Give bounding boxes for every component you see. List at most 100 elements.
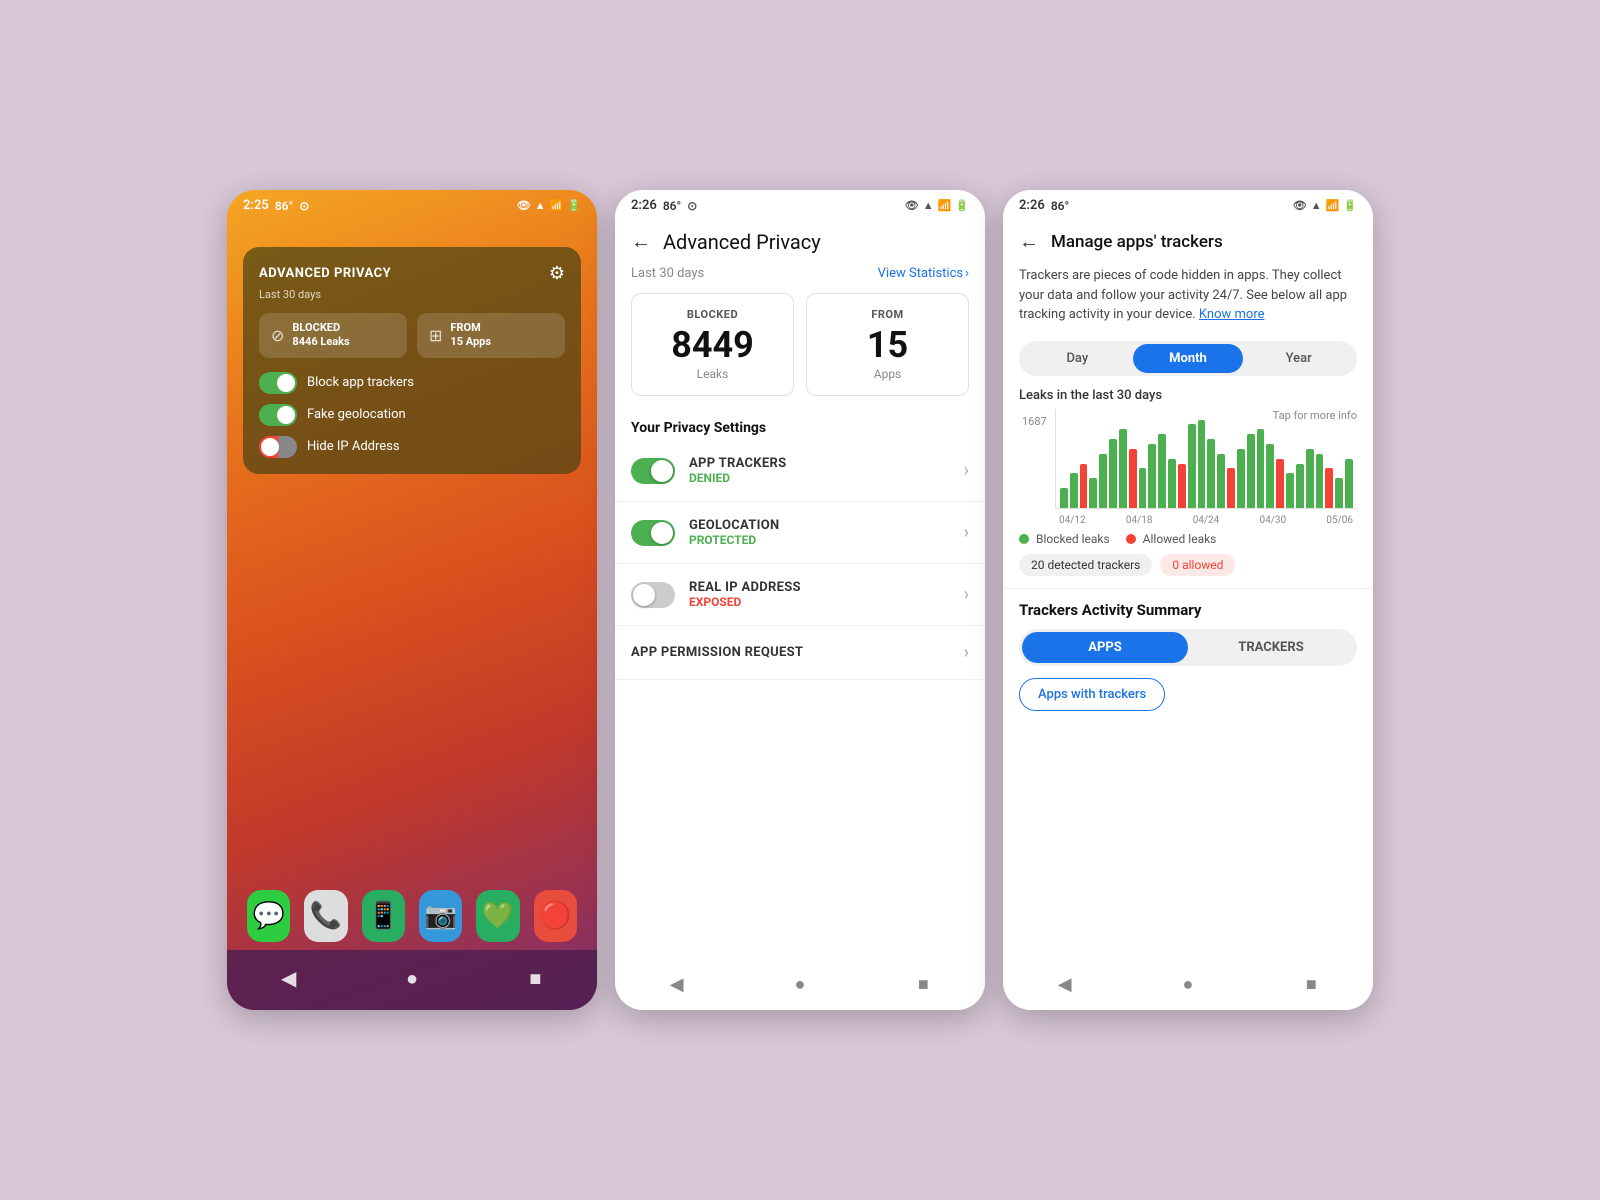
location-icon-2: ⊙ [687, 199, 697, 213]
view-stats-button[interactable]: View Statistics › [878, 266, 969, 281]
ip-address-toggle[interactable] [631, 582, 675, 608]
tab-year[interactable]: Year [1243, 344, 1354, 373]
ip-address-name: REAL IP ADDRESS [689, 580, 964, 595]
chart-period-label: Leaks in the last 30 days [1019, 388, 1357, 403]
chart-bar-1[interactable] [1070, 473, 1078, 507]
block-trackers-toggle[interactable] [259, 372, 297, 394]
know-more-link[interactable]: Know more [1199, 307, 1265, 322]
widget-header: ADVANCED PRIVACY ⚙ [259, 263, 565, 284]
status-bar-3: 2:26 86° 👁 ▲ 📶 🔋 [1003, 190, 1373, 217]
ip-address-content: REAL IP ADDRESS EXPOSED [689, 580, 964, 609]
home-button-2[interactable]: ● [782, 966, 818, 1002]
home-button-1[interactable]: ● [392, 958, 432, 998]
chart-bar-4[interactable] [1099, 454, 1107, 508]
gear-icon[interactable]: ⚙ [549, 263, 565, 284]
period-label-2: Last 30 days [631, 266, 704, 281]
back-button-1[interactable]: ◀ [269, 958, 309, 998]
toggle1-label: Block app trackers [307, 375, 414, 390]
recents-button-2[interactable]: ■ [905, 966, 941, 1002]
chart-bar-5[interactable] [1109, 439, 1117, 507]
app-trackers-chevron[interactable]: › [964, 460, 969, 481]
legend-blocked-dot [1019, 534, 1029, 544]
chart-bar-24[interactable] [1296, 464, 1304, 508]
back-button-3[interactable]: ◀ [1047, 966, 1083, 1002]
geolocation-row[interactable]: GEOLOCATION PROTECTED › [615, 502, 985, 564]
chart-bar-21[interactable] [1266, 444, 1274, 508]
back-arrow-3[interactable]: ← [1019, 229, 1039, 254]
chart-bar-28[interactable] [1335, 478, 1343, 507]
chart-bar-16[interactable] [1217, 454, 1225, 508]
chart-bar-14[interactable] [1198, 420, 1206, 508]
chart-bar-29[interactable] [1345, 459, 1353, 508]
chart-container[interactable]: Tap for more info 1687 [1055, 409, 1357, 509]
app-calls[interactable]: 📱 [362, 890, 405, 942]
chart-bar-9[interactable] [1148, 444, 1156, 508]
chart-bar-23[interactable] [1286, 473, 1294, 507]
back-arrow-2[interactable]: ← [631, 229, 651, 254]
apps-grid-icon: ⊞ [429, 326, 442, 345]
privacy-settings-label: Your Privacy Settings [615, 412, 985, 440]
chart-bar-6[interactable] [1119, 429, 1127, 507]
chart-x-labels: 04/12 04/18 04/24 04/30 05/06 [1055, 513, 1357, 528]
chart-bar-25[interactable] [1306, 449, 1314, 508]
widget-from-stat[interactable]: ⊞ FROM 15 Apps [417, 313, 565, 358]
home-button-3[interactable]: ● [1170, 966, 1206, 1002]
app-whatsapp[interactable]: 💚 [476, 890, 519, 942]
permission-row[interactable]: APP PERMISSION REQUEST › [615, 626, 985, 680]
screen1-phone: 2:25 86° ⊙ 👁 ▲ 📶 🔋 ADVANCED PRIVACY ⚙ La… [227, 190, 597, 1010]
screen3-title: Manage apps' trackers [1051, 232, 1223, 252]
screen2-title: Advanced Privacy [663, 230, 821, 254]
geolocation-name: GEOLOCATION [689, 518, 964, 533]
screen3-header: ← Manage apps' trackers [1003, 217, 1373, 262]
from-card-label: FROM [823, 308, 952, 321]
chart-bar-19[interactable] [1247, 434, 1255, 507]
chart-bar-18[interactable] [1237, 449, 1245, 508]
eye-icon-1: 👁 [517, 199, 531, 212]
geolocation-toggle[interactable] [631, 520, 675, 546]
app-phone[interactable]: 📞 [304, 890, 347, 942]
eye-icon-2: 👁 [905, 199, 919, 212]
chart-bar-12[interactable] [1178, 464, 1186, 508]
chart-bar-20[interactable] [1257, 429, 1265, 507]
hide-ip-toggle[interactable] [259, 436, 297, 458]
chart-bar-10[interactable] [1158, 434, 1166, 507]
tab-month[interactable]: Month [1133, 344, 1244, 373]
app-trackers-row[interactable]: APP TRACKERS DENIED › [615, 440, 985, 502]
chart-bar-27[interactable] [1325, 468, 1333, 507]
app-messages[interactable]: 💬 [247, 890, 290, 942]
apps-with-trackers-button[interactable]: Apps with trackers [1019, 678, 1165, 711]
from-card: FROM 15 Apps [806, 293, 969, 396]
fake-geo-toggle[interactable] [259, 404, 297, 426]
app-trackers-status: DENIED [689, 471, 964, 485]
chart-bar-26[interactable] [1316, 454, 1324, 508]
back-button-2[interactable]: ◀ [659, 966, 695, 1002]
widget-title: ADVANCED PRIVACY [259, 266, 391, 281]
app-trackers-toggle[interactable] [631, 458, 675, 484]
chart-bar-7[interactable] [1129, 449, 1137, 508]
ip-address-row[interactable]: REAL IP ADDRESS EXPOSED › [615, 564, 985, 626]
permission-chevron[interactable]: › [964, 642, 969, 663]
chart-bar-0[interactable] [1060, 488, 1068, 508]
chart-bar-13[interactable] [1188, 424, 1196, 507]
chart-bar-2[interactable] [1080, 464, 1088, 508]
ip-address-chevron[interactable]: › [964, 584, 969, 605]
tab-day[interactable]: Day [1022, 344, 1133, 373]
widget-blocked-stat[interactable]: ⊘ BLOCKED 8446 Leaks [259, 313, 407, 358]
chart-bar-8[interactable] [1139, 468, 1147, 507]
chart-bar-22[interactable] [1276, 459, 1284, 508]
bottom-nav-3: ◀ ● ■ [1003, 958, 1373, 1010]
app-camera[interactable]: 📷 [419, 890, 462, 942]
signal-icon-3: 📶 [1326, 199, 1340, 212]
chart-bar-3[interactable] [1089, 478, 1097, 507]
geolocation-chevron[interactable]: › [964, 522, 969, 543]
recents-button-3[interactable]: ■ [1293, 966, 1329, 1002]
app-vivaldi[interactable]: 🔴 [534, 890, 577, 942]
chart-bar-15[interactable] [1207, 439, 1215, 507]
chart-bar-11[interactable] [1168, 459, 1176, 508]
tab-apps[interactable]: APPS [1022, 632, 1188, 663]
tab-trackers[interactable]: TRACKERS [1188, 632, 1354, 663]
signal-icon-2: 📶 [938, 199, 952, 212]
battery-icon-1: 🔋 [567, 199, 581, 212]
chart-bar-17[interactable] [1227, 468, 1235, 507]
recents-button-1[interactable]: ■ [515, 958, 555, 998]
